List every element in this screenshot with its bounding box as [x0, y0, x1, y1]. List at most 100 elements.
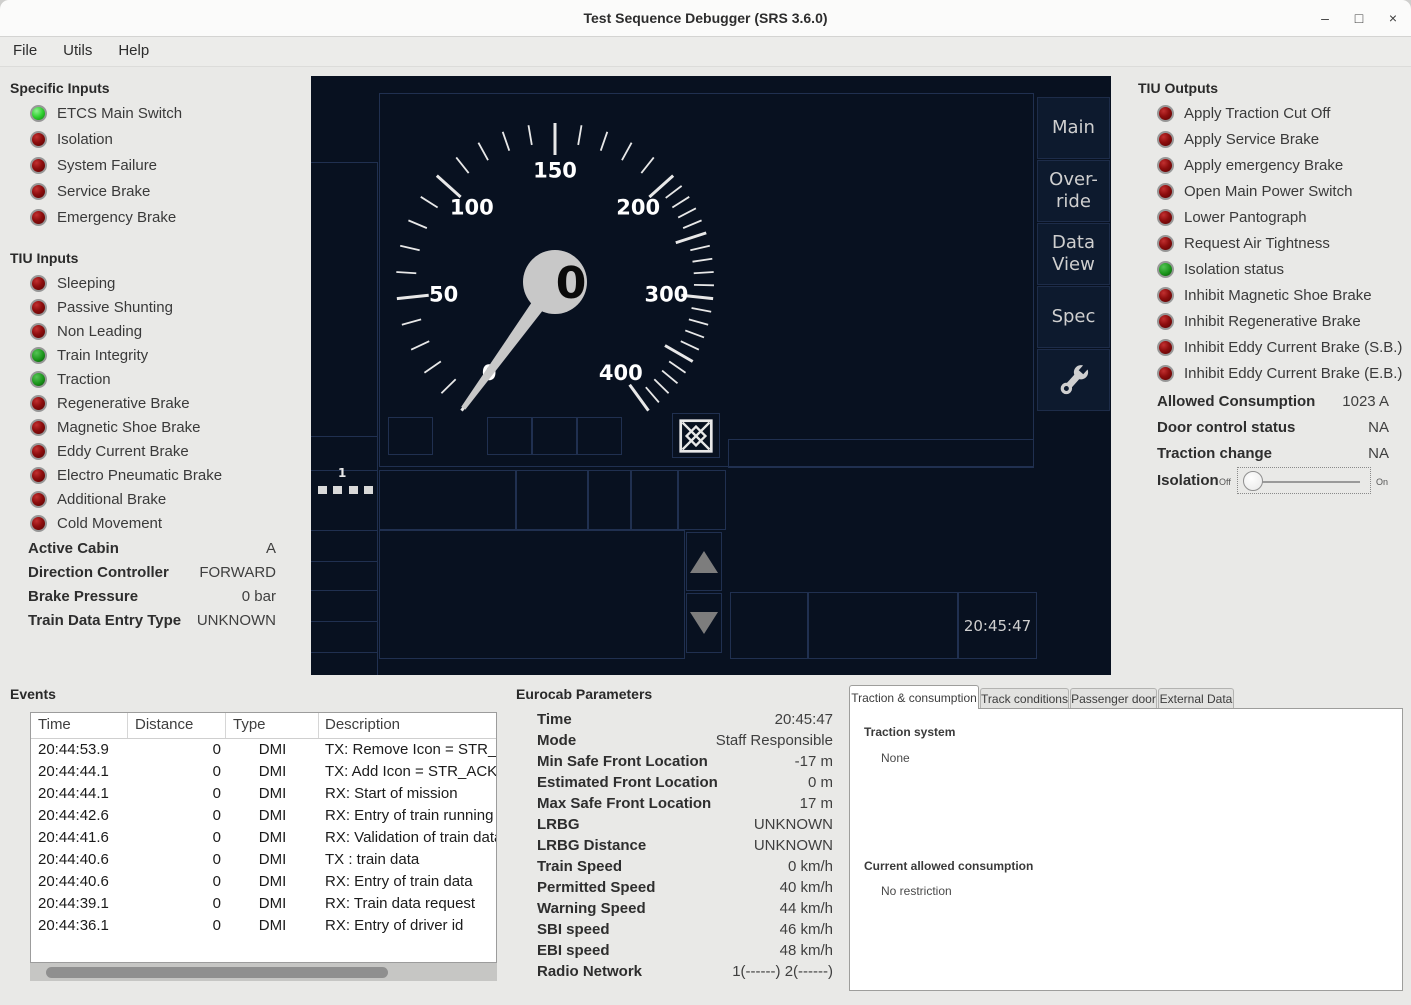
menu-item[interactable]: Help: [105, 37, 162, 64]
table-row[interactable]: 20:44:40.6 0 DMI RX: Entry of train data: [31, 871, 496, 893]
led-indicator-icon: [1157, 365, 1174, 382]
maximize-icon[interactable]: □: [1347, 6, 1371, 30]
event-time: 20:44:42.6: [31, 805, 128, 827]
led-input-row[interactable]: Service Brake: [30, 182, 182, 200]
allowed-consumption-value: No restriction: [881, 884, 952, 898]
tab-traction-consumption[interactable]: Traction & consumption: [849, 685, 979, 709]
led-input-row[interactable]: Traction: [30, 370, 222, 388]
events-table: Time Distance Type Description 20:44:53.…: [30, 712, 497, 963]
led-input-row[interactable]: Non Leading: [30, 322, 222, 340]
event-distance: 0: [128, 893, 226, 915]
led-indicator-icon: [30, 395, 47, 412]
menu-item[interactable]: File: [0, 37, 50, 64]
led-indicator-icon: [30, 419, 47, 436]
speed-gauge: 0501001502003004000: [379, 93, 1034, 467]
led-label: Non Leading: [57, 323, 142, 340]
minimize-icon[interactable]: –: [1313, 6, 1337, 30]
arrow-up-icon: [690, 551, 718, 573]
param-value: 0 km/h: [788, 858, 833, 875]
param-value: UNKNOWN: [197, 612, 276, 629]
table-row[interactable]: 20:44:44.1 0 DMI RX: Start of mission: [31, 783, 496, 805]
menu-item[interactable]: Utils: [50, 37, 105, 64]
event-description: TX : train data: [319, 849, 496, 871]
column-header-time[interactable]: Time: [31, 713, 128, 738]
led-label: System Failure: [57, 157, 157, 174]
specific-inputs-title: Specific Inputs: [10, 80, 110, 96]
dmi-cell: [516, 470, 588, 530]
led-label: Service Brake: [57, 183, 150, 200]
led-indicator-icon: [30, 299, 47, 316]
scroll-up-button[interactable]: [686, 532, 722, 591]
led-input-row[interactable]: Magnetic Shoe Brake: [30, 418, 222, 436]
tiu-inputs-title: TIU Inputs: [10, 250, 78, 266]
settings-wrench-button[interactable]: [1037, 349, 1110, 411]
tiu-outputs-list: Apply Traction Cut Off Apply Service Bra…: [1157, 104, 1402, 382]
table-row[interactable]: 20:44:40.6 0 DMI TX : train data: [31, 849, 496, 871]
dmi-menu-button[interactable]: Over- ride: [1037, 160, 1110, 222]
param-label: Warning Speed: [537, 900, 646, 917]
table-row[interactable]: 20:44:36.1 0 DMI RX: Entry of driver id: [31, 915, 496, 937]
scrollbar-thumb[interactable]: [46, 967, 388, 978]
dmi-menu-button[interactable]: Data View: [1037, 223, 1110, 285]
allowed-consumption-heading: Current allowed consumption: [864, 859, 1033, 873]
param-label: Time: [537, 711, 572, 728]
param-value: UNKNOWN: [754, 837, 833, 854]
param-value: FORWARD: [199, 564, 276, 581]
tab-content-panel: Traction system None Current allowed con…: [849, 708, 1403, 991]
dmi-menu-button[interactable]: Main: [1037, 97, 1110, 159]
param-value: -17 m: [795, 753, 833, 770]
column-header-type[interactable]: Type: [226, 713, 319, 738]
scroll-down-button[interactable]: [686, 593, 722, 653]
param-label: Allowed Consumption: [1157, 393, 1315, 410]
table-row[interactable]: 20:44:42.6 0 DMI RX: Entry of train runn…: [31, 805, 496, 827]
dmi-menu-button[interactable]: Spec: [1037, 286, 1110, 348]
param-row: Permitted Speed 40 km/h: [537, 877, 833, 898]
isolation-on-label: On: [1376, 477, 1388, 487]
led-label: ETCS Main Switch: [57, 105, 182, 122]
led-input-row[interactable]: Isolation: [30, 130, 182, 148]
events-body: 20:44:53.9 0 DMI TX: Remove Icon = STR_A…: [31, 739, 496, 937]
message-area[interactable]: [379, 530, 685, 659]
close-icon[interactable]: ×: [1381, 6, 1405, 30]
event-distance: 0: [128, 871, 226, 893]
tab-passenger-door[interactable]: Passenger door: [1070, 688, 1157, 709]
event-distance: 0: [128, 849, 226, 871]
led-indicator-icon: [1157, 339, 1174, 356]
tab-track-conditions[interactable]: Track conditions: [980, 688, 1069, 709]
isolation-label: Isolation: [1157, 472, 1219, 489]
slider-thumb[interactable]: [1243, 471, 1263, 491]
led-indicator-icon: [30, 323, 47, 340]
led-input-row[interactable]: Passive Shunting: [30, 298, 222, 316]
table-row[interactable]: 20:44:53.9 0 DMI TX: Remove Icon = STR_A…: [31, 739, 496, 761]
table-row[interactable]: 20:44:44.1 0 DMI TX: Add Icon = STR_ACK_…: [31, 761, 496, 783]
horizontal-scrollbar[interactable]: [30, 963, 497, 981]
param-label: Max Safe Front Location: [537, 795, 711, 812]
led-label: Request Air Tightness: [1184, 235, 1330, 252]
param-row: Mode Staff Responsible: [537, 730, 833, 751]
table-row[interactable]: 20:44:39.1 0 DMI RX: Train data request: [31, 893, 496, 915]
led-input-row[interactable]: Electro Pneumatic Brake: [30, 466, 222, 484]
led-input-row[interactable]: System Failure: [30, 156, 182, 174]
led-input-row[interactable]: Additional Brake: [30, 490, 222, 508]
led-output-row: Inhibit Eddy Current Brake (S.B.): [1157, 338, 1402, 356]
led-input-row[interactable]: Emergency Brake: [30, 208, 182, 226]
led-indicator-icon: [30, 275, 47, 292]
isolation-slider[interactable]: [1237, 467, 1371, 494]
led-input-row[interactable]: Sleeping: [30, 274, 222, 292]
led-label: Emergency Brake: [57, 209, 176, 226]
led-input-row[interactable]: Cold Movement: [30, 514, 222, 532]
event-distance: 0: [128, 783, 226, 805]
column-header-description[interactable]: Description: [319, 713, 496, 738]
level-bar-segment: [333, 486, 342, 494]
eurocab-params: Time 20:45:47 Mode Staff Responsible Min…: [537, 709, 833, 982]
column-header-distance[interactable]: Distance: [128, 713, 226, 738]
tab-external-data[interactable]: External Data: [1158, 688, 1234, 709]
led-input-row[interactable]: Regenerative Brake: [30, 394, 222, 412]
table-row[interactable]: 20:44:41.6 0 DMI RX: Validation of train…: [31, 827, 496, 849]
led-input-row[interactable]: Train Integrity: [30, 346, 222, 364]
led-input-row[interactable]: ETCS Main Switch: [30, 104, 182, 122]
led-indicator-icon: [1157, 183, 1174, 200]
led-input-row[interactable]: Eddy Current Brake: [30, 442, 222, 460]
param-label: Train Data Entry Type: [28, 612, 181, 629]
dmi-cell: [678, 470, 726, 530]
